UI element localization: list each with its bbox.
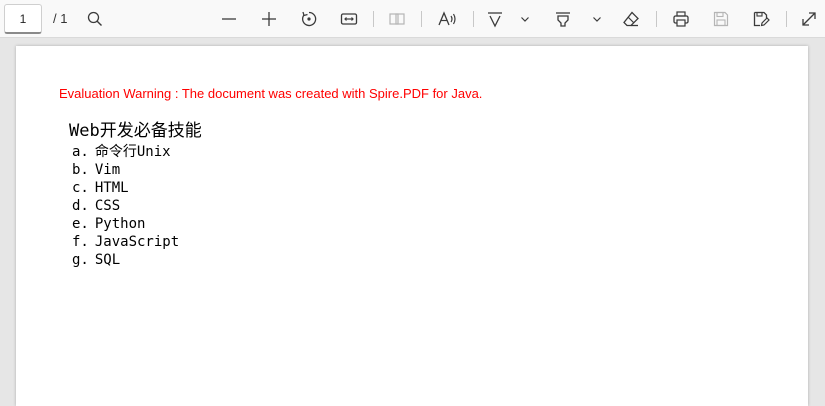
toolbar-separator	[473, 11, 474, 27]
search-icon[interactable]	[80, 4, 110, 34]
toolbar-separator	[656, 11, 657, 27]
list-item: b. Vim	[72, 161, 179, 179]
page-total-label: / 1	[53, 11, 68, 26]
eraser-icon[interactable]	[616, 4, 646, 34]
toolbar-separator	[421, 11, 422, 27]
pdf-toolbar: 1 / 1	[0, 0, 825, 38]
list-item: d. CSS	[72, 197, 179, 215]
list-item-text: SQL	[94, 252, 121, 268]
draw-icon[interactable]	[480, 4, 510, 34]
list-item-text: Python	[94, 216, 146, 232]
print-icon[interactable]	[666, 4, 696, 34]
document-heading: Web开发必备技能	[69, 121, 202, 141]
list-item-text: JavaScript	[94, 234, 180, 250]
list-marker: f.	[72, 234, 89, 250]
list-marker: b.	[72, 162, 89, 178]
list-item: a. 命令行Unix	[72, 143, 179, 161]
zoom-out-icon[interactable]	[214, 4, 244, 34]
list-marker: c.	[72, 180, 89, 196]
list-item: f. JavaScript	[72, 233, 179, 251]
list-marker: e.	[72, 216, 89, 232]
rotate-icon[interactable]	[294, 4, 324, 34]
document-viewer[interactable]: Evaluation Warning : The document was cr…	[0, 39, 825, 406]
list-marker: a.	[72, 144, 89, 160]
highlight-icon[interactable]	[548, 4, 578, 34]
pdf-page: Evaluation Warning : The document was cr…	[16, 46, 808, 406]
list-item-text: CSS	[94, 198, 121, 214]
page-number-input[interactable]: 1	[4, 4, 42, 34]
fullscreen-icon[interactable]	[794, 4, 824, 34]
highlight-options-chevron-icon[interactable]	[587, 4, 607, 34]
skill-list: a. 命令行Unix b. Vim c. HTML d. CSS e. Python f.…	[72, 143, 179, 269]
read-aloud-icon[interactable]	[432, 4, 462, 34]
draw-options-chevron-icon[interactable]	[515, 4, 535, 34]
list-item-text: Vim	[94, 162, 121, 178]
page-view-icon	[382, 4, 412, 34]
list-marker: g.	[72, 252, 89, 268]
list-marker: d.	[72, 198, 89, 214]
save-as-icon[interactable]	[746, 4, 776, 34]
toolbar-separator	[786, 11, 787, 27]
list-item-text: 命令行Unix	[94, 144, 171, 160]
list-item: g. SQL	[72, 251, 179, 269]
fit-width-icon[interactable]	[334, 4, 364, 34]
list-item-text: HTML	[94, 180, 129, 196]
save-icon	[706, 4, 736, 34]
toolbar-separator	[373, 11, 374, 27]
zoom-in-icon[interactable]	[254, 4, 284, 34]
list-item: e. Python	[72, 215, 179, 233]
evaluation-warning: Evaluation Warning : The document was cr…	[59, 86, 483, 101]
list-item: c. HTML	[72, 179, 179, 197]
